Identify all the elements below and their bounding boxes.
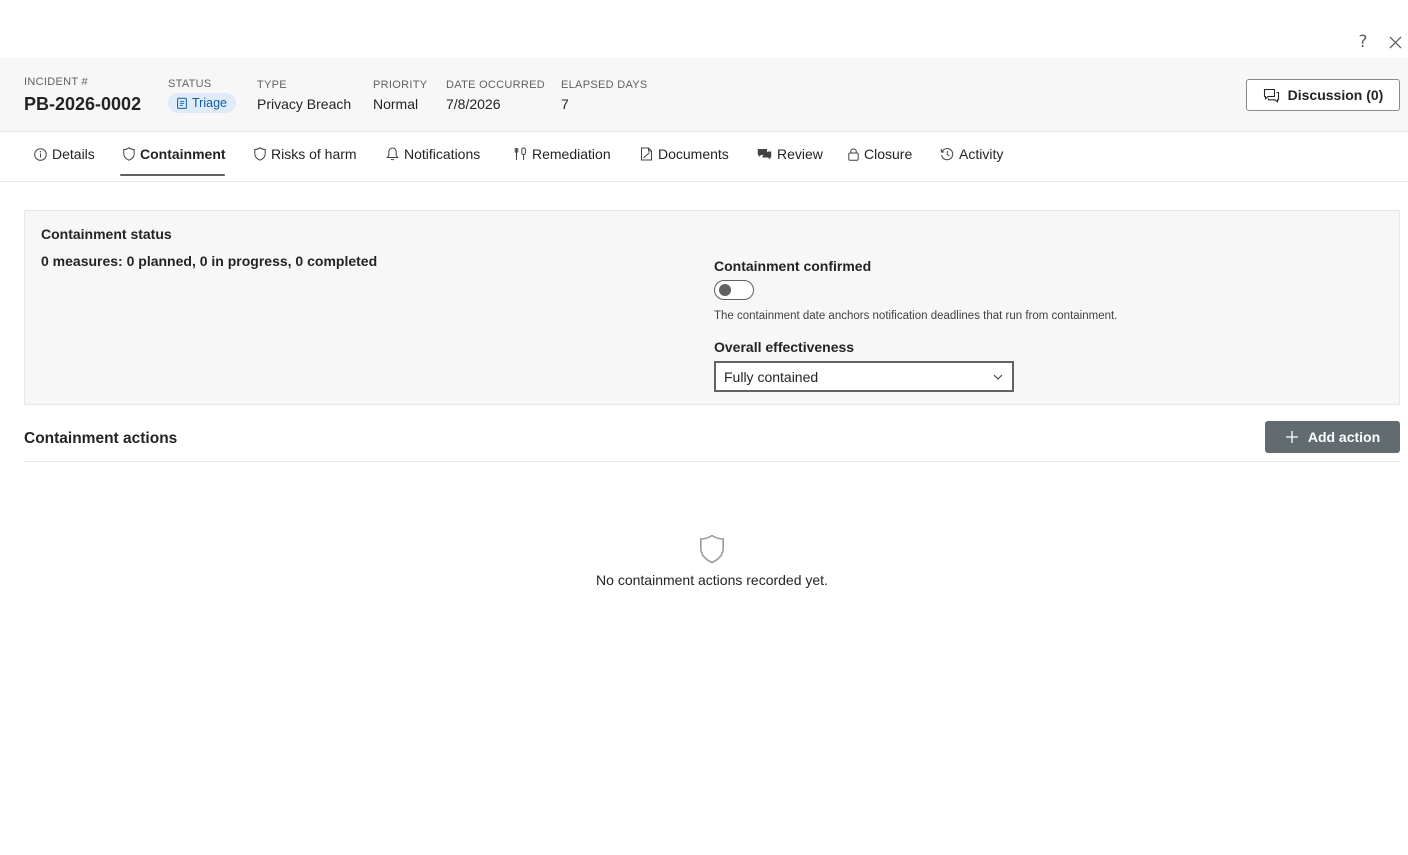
discussion-button-label: Discussion (0) — [1287, 87, 1384, 103]
containment-summary: 0 measures: 0 planned, 0 in progress, 0 … — [41, 253, 378, 269]
document-icon — [641, 147, 652, 161]
date-occurred-value: 7/8/2026 — [446, 96, 501, 112]
tab-remediation-label: Remediation — [532, 146, 611, 162]
toggle-knob — [719, 284, 731, 296]
incident-number-value: PB-2026-0002 — [24, 94, 142, 114]
status-value: Triage — [192, 96, 227, 110]
tab-details[interactable]: Details — [34, 132, 95, 176]
clipboard-icon — [177, 97, 187, 109]
add-action-button[interactable]: Add action — [1265, 421, 1400, 453]
chat-icon — [1263, 88, 1279, 103]
tab-review-label: Review — [777, 146, 823, 162]
overall-effectiveness-select[interactable]: Fully contained — [714, 361, 1014, 392]
tab-containment-label: Containment — [140, 146, 226, 162]
question-icon: ? — [1358, 32, 1368, 52]
containment-actions-title: Containment actions — [24, 430, 178, 447]
incident-number-label: INCIDENT # — [24, 76, 88, 88]
tools-icon — [514, 147, 526, 160]
info-icon — [34, 147, 47, 161]
discussion-button[interactable]: Discussion (0) — [1246, 79, 1400, 111]
tab-activity-label: Activity — [959, 146, 1004, 162]
tab-details-label: Details — [52, 146, 95, 162]
shield-icon — [254, 147, 266, 161]
tab-notifications[interactable]: Notifications — [386, 132, 480, 176]
section-divider — [24, 461, 1400, 462]
tab-bar: Details Containment Risks of harm Notifi… — [0, 132, 1408, 182]
overall-effectiveness-label: Overall effectiveness — [714, 339, 855, 355]
tab-containment[interactable]: Containment — [123, 132, 226, 176]
containment-date-hint: The containment date anchors notificatio… — [714, 310, 1118, 322]
containment-status-panel: Containment status 0 measures: 0 planned… — [24, 210, 1400, 405]
status-badge: Triage — [168, 93, 236, 113]
tab-risks-of-harm-label: Risks of harm — [271, 146, 357, 162]
tab-documents[interactable]: Documents — [640, 132, 729, 176]
empty-state-text: No containment actions recorded yet. — [596, 572, 828, 588]
close-icon — [1389, 36, 1401, 48]
elapsed-days-label: ELAPSED DAYS — [561, 79, 648, 91]
active-tab-indicator — [120, 174, 225, 176]
tab-risks-of-harm[interactable]: Risks of harm — [254, 132, 357, 176]
priority-label: PRIORITY — [373, 79, 428, 91]
close-button[interactable] — [1383, 30, 1407, 54]
history-icon — [940, 148, 954, 161]
tab-activity[interactable]: Activity — [940, 132, 1003, 176]
containment-confirmed-toggle[interactable] — [714, 280, 754, 300]
help-button[interactable]: ? — [1351, 30, 1375, 54]
tab-notifications-label: Notifications — [404, 146, 481, 162]
tab-closure-label: Closure — [864, 146, 913, 162]
chevron-down-icon — [993, 374, 1003, 380]
type-value: Privacy Breach — [257, 96, 352, 112]
status-label: STATUS — [168, 78, 212, 90]
bell-icon — [386, 147, 399, 161]
incident-header: INCIDENT # PB-2026-0002 STATUS Triage TY… — [0, 58, 1408, 132]
priority-value: Normal — [373, 96, 419, 112]
add-action-label: Add action — [1307, 429, 1381, 445]
overall-effectiveness-value: Fully contained — [724, 368, 819, 385]
shield-icon — [123, 147, 135, 161]
lock-icon — [848, 148, 859, 161]
tab-closure[interactable]: Closure — [848, 132, 912, 176]
type-label: TYPE — [257, 79, 287, 91]
shield-icon — [700, 534, 724, 564]
plus-icon — [1285, 431, 1298, 443]
window-controls: ? — [1348, 30, 1408, 54]
containment-confirmed-label: Containment confirmed — [714, 258, 872, 274]
tab-documents-label: Documents — [658, 146, 729, 162]
tab-review[interactable]: Review — [757, 132, 823, 176]
elapsed-days-value: 7 — [561, 96, 569, 112]
containment-status-title: Containment status — [41, 226, 172, 242]
tab-remediation[interactable]: Remediation — [514, 132, 611, 176]
comments-icon — [757, 148, 772, 159]
date-occurred-label: DATE OCCURRED — [446, 79, 546, 91]
